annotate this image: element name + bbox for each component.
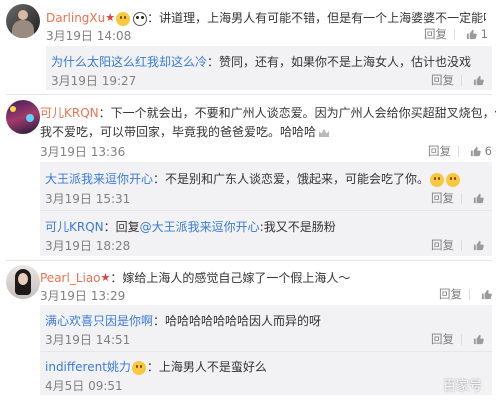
panda-emoji-icon — [133, 11, 148, 26]
reply-button[interactable]: 回复 — [431, 191, 454, 205]
like-count: 6 — [484, 144, 492, 158]
comment-text: ：嫁给上海人的感觉自己嫁了一个假上海人～ — [110, 271, 351, 285]
timestamp: 3月19日 14:08 — [46, 29, 132, 43]
thumbs-up-icon[interactable] — [473, 240, 484, 251]
reply-button[interactable]: 回复 — [439, 287, 462, 301]
smile-emoji-icon — [116, 11, 131, 26]
divider — [40, 210, 492, 211]
reply-timestamp: 3月19日 14:51 — [45, 333, 131, 347]
watermark: 百家号 — [442, 379, 482, 394]
comment-text-line2: 我不爱吃，可以带回家，毕竟我的爸爸爱吃。哈哈哈 — [40, 125, 317, 139]
divider — [454, 29, 456, 40]
reply-timestamp: 3月19日 19:27 — [51, 74, 137, 88]
reply-timestamp: 4月5日 09:51 — [45, 379, 123, 393]
reply-item: 可儿KRQN：回复@大王派我来逗你开心:我又不是肠粉 — [45, 218, 485, 235]
crown-icon — [319, 128, 330, 137]
reply-actions: 回复 — [431, 72, 484, 88]
reply-username[interactable]: 可儿KRQN — [45, 220, 104, 234]
comment-content-line2: 我不爱吃，可以带回家，毕竟我的爸爸爱吃。哈哈哈 — [40, 123, 496, 140]
timestamp: 3月19日 13:36 — [40, 145, 126, 159]
divider — [461, 193, 462, 204]
comment-content: 可儿KRQN：下一个就会出，不要和广州人谈恋爱。因为广州人会给你买超甜叉烧包，你… — [40, 104, 496, 121]
reply-button[interactable]: 回复 — [431, 332, 454, 346]
reply-box: 为什么太阳这么红我却这么冷：赞同，还有，如果你不是上海女人，估计也没戏 3月19… — [46, 46, 492, 90]
reply-username[interactable]: 大王派我来逗你开心 — [45, 172, 153, 186]
reply-text: ：哈哈哈哈哈哈哈因人而异的呀 — [153, 314, 322, 328]
avatar[interactable] — [6, 100, 40, 134]
comment-actions: 回复 1 — [424, 26, 488, 42]
username[interactable]: DarlingXu — [46, 11, 105, 25]
avatar[interactable] — [6, 4, 40, 38]
thumbs-up-icon — [470, 146, 481, 157]
reply-timestamp: 3月19日 18:28 — [45, 239, 131, 253]
reply-actions: 回复 — [431, 331, 484, 347]
comment-actions: 回复 — [439, 286, 492, 302]
comment-content: Pearl_Liao★：嫁给上海人的感觉自己嫁了一个假上海人～ — [40, 269, 496, 286]
reply-button[interactable]: 回复 — [431, 73, 454, 87]
divider — [461, 334, 462, 345]
divider — [6, 94, 492, 95]
divider — [6, 260, 492, 261]
reply-button[interactable]: 回复 — [424, 27, 447, 41]
like-count: 1 — [480, 27, 488, 41]
mention-link[interactable]: @大王派我来逗你开心 — [140, 220, 260, 234]
thumbs-up-icon[interactable] — [473, 334, 484, 345]
reply-text: ：赞同，还有，如果你不是上海女人，估计也没戏 — [207, 55, 472, 69]
star-icon: ★ — [100, 271, 111, 284]
wink-emoji-icon — [430, 172, 445, 187]
reply-actions: 回复 — [431, 190, 484, 206]
username[interactable]: Pearl_Liao — [40, 271, 101, 285]
divider — [40, 351, 492, 352]
reply-text: ：上海男人不是蛮好么 — [146, 360, 267, 374]
reply-username[interactable]: indifferent姚力 — [45, 360, 131, 374]
comment-text: ：讲道理，上海男人有可能不错，但是有一个上海婆婆不一定能吃得消... — [147, 11, 486, 25]
reply-item: 满心欢喜只因是你啊：哈哈哈哈哈哈哈因人而异的呀 — [45, 312, 485, 329]
reply-prefix: ：回复 — [103, 220, 140, 234]
reply-text: ：不是别和广东人谈恋爱，饿起来，可能会吃了你。 — [153, 172, 430, 186]
reply-button[interactable]: 回复 — [431, 238, 454, 252]
thumbs-up-icon[interactable] — [481, 289, 492, 300]
like-button[interactable]: 1 — [462, 27, 488, 41]
wink-emoji-icon — [446, 172, 461, 187]
thumbs-up-icon[interactable] — [473, 193, 484, 204]
reply-username[interactable]: 满心欢喜只因是你啊 — [45, 314, 153, 328]
timestamp: 3月19日 13:29 — [40, 289, 126, 303]
divider — [458, 146, 460, 157]
divider — [461, 75, 462, 86]
thumbs-up-icon[interactable] — [473, 75, 484, 86]
reply-timestamp: 3月19日 15:31 — [45, 192, 131, 206]
avatar[interactable] — [6, 265, 40, 299]
reply-item: 大王派我来逗你开心：不是别和广东人谈恋爱，饿起来，可能会吃了你。 — [45, 170, 485, 187]
divider — [469, 289, 470, 300]
comment-text-line1: ：下一个就会出，不要和广州人谈恋爱。因为广州人会给你买超甜叉烧包，你不爱吃。 — [98, 106, 496, 120]
divider — [461, 240, 462, 251]
star-icon: ★ — [105, 11, 116, 24]
comment-content: DarlingXu★ ：讲道理，上海男人有可能不错，但是有一个上海婆婆不一定能吃得… — [46, 9, 486, 26]
reply-actions: 回复 — [431, 237, 484, 253]
thumbs-up-icon — [466, 29, 477, 40]
like-button[interactable]: 6 — [466, 144, 492, 158]
reply-item: 为什么太阳这么红我却这么冷：赞同，还有，如果你不是上海女人，估计也没戏 — [51, 53, 481, 70]
reply-item: indifferent姚力 ：上海男人不是蛮好么 — [45, 358, 485, 375]
reply-text: :我又不是肠粉 — [259, 220, 336, 234]
reply-button[interactable]: 回复 — [428, 144, 451, 158]
username[interactable]: 可儿KRQN — [40, 106, 99, 120]
reply-box: 大王派我来逗你开心：不是别和广东人谈恋爱，饿起来，可能会吃了你。 3月19日 1… — [40, 162, 492, 256]
reply-username[interactable]: 为什么太阳这么红我却这么冷 — [51, 55, 207, 69]
emoji-icon — [131, 360, 146, 375]
reply-box: 满心欢喜只因是你啊：哈哈哈哈哈哈哈因人而异的呀 3月19日 14:51 回复 i… — [40, 305, 492, 395]
comment-actions: 回复 6 — [428, 143, 492, 159]
